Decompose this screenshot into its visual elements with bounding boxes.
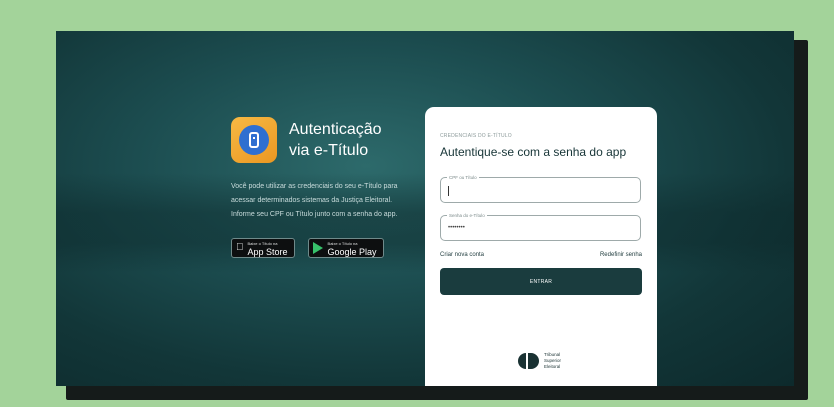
google-play-small-text: Baixe o Título na	[320, 241, 358, 246]
tse-line3: Eleitoral	[544, 364, 561, 369]
apple-icon: 	[236, 243, 244, 253]
app-store-big-text: App Store	[240, 247, 288, 257]
submit-button[interactable]: ENTRAR	[440, 268, 642, 295]
tse-name: Tribunal Superior Eleitoral	[544, 352, 561, 370]
phone-icon	[249, 132, 259, 148]
google-play-big-text: Google Play	[320, 247, 377, 257]
brand-header: Autenticação via e-Título	[231, 117, 382, 163]
password-field[interactable]: Senha do e-Título ••••••••	[440, 212, 641, 241]
form-eyebrow: CREDENCIAIS DO E-TÍTULO	[440, 133, 512, 139]
google-play-icon	[312, 242, 323, 254]
login-screen: Autenticação via e-Título Você pode util…	[56, 31, 794, 386]
google-play-label: Baixe o Título na Google Play	[320, 240, 377, 257]
cpf-field-label: CPF ou Título	[447, 174, 479, 181]
description-text: Você pode utilizar as credenciais do seu…	[231, 180, 417, 222]
account-links: Criar nova conta Redefinir senha	[440, 252, 642, 258]
google-play-button[interactable]: Baixe o Título na Google Play	[307, 238, 384, 258]
e-titulo-app-icon	[231, 117, 277, 163]
brand-title-line2: via e-Título	[289, 142, 369, 159]
phone-badge	[239, 125, 269, 155]
brand-title-line1: Autenticação	[289, 121, 382, 138]
create-account-link[interactable]: Criar nova conta	[440, 252, 484, 258]
store-badges:  Baixe o Título na App Store Baixe o Tí…	[231, 238, 384, 258]
tse-mark-icon	[518, 351, 540, 371]
tse-logo: Tribunal Superior Eleitoral	[518, 351, 561, 371]
text-cursor	[448, 186, 449, 196]
app-store-label: Baixe o Título na App Store	[240, 240, 288, 257]
description-line2: acessar determinados sistemas da Justiça…	[231, 197, 393, 204]
reset-password-link[interactable]: Redefinir senha	[600, 252, 642, 258]
form-title: Autentique-se com a senha do app	[440, 145, 627, 159]
description-line1: Você pode utilizar as credenciais do seu…	[231, 183, 398, 190]
description-line3: Informe seu CPF ou Título junto com a se…	[231, 211, 398, 218]
brand-title: Autenticação via e-Título	[289, 119, 382, 161]
cpf-field[interactable]: CPF ou Título	[440, 174, 641, 203]
login-card: CREDENCIAIS DO E-TÍTULO Autentique-se co…	[425, 107, 657, 386]
password-field-value: ••••••••	[448, 225, 465, 231]
password-field-label: Senha do e-Título	[447, 212, 487, 219]
app-store-button[interactable]:  Baixe o Título na App Store	[231, 238, 295, 258]
app-store-small-text: Baixe o Título na	[240, 241, 278, 246]
